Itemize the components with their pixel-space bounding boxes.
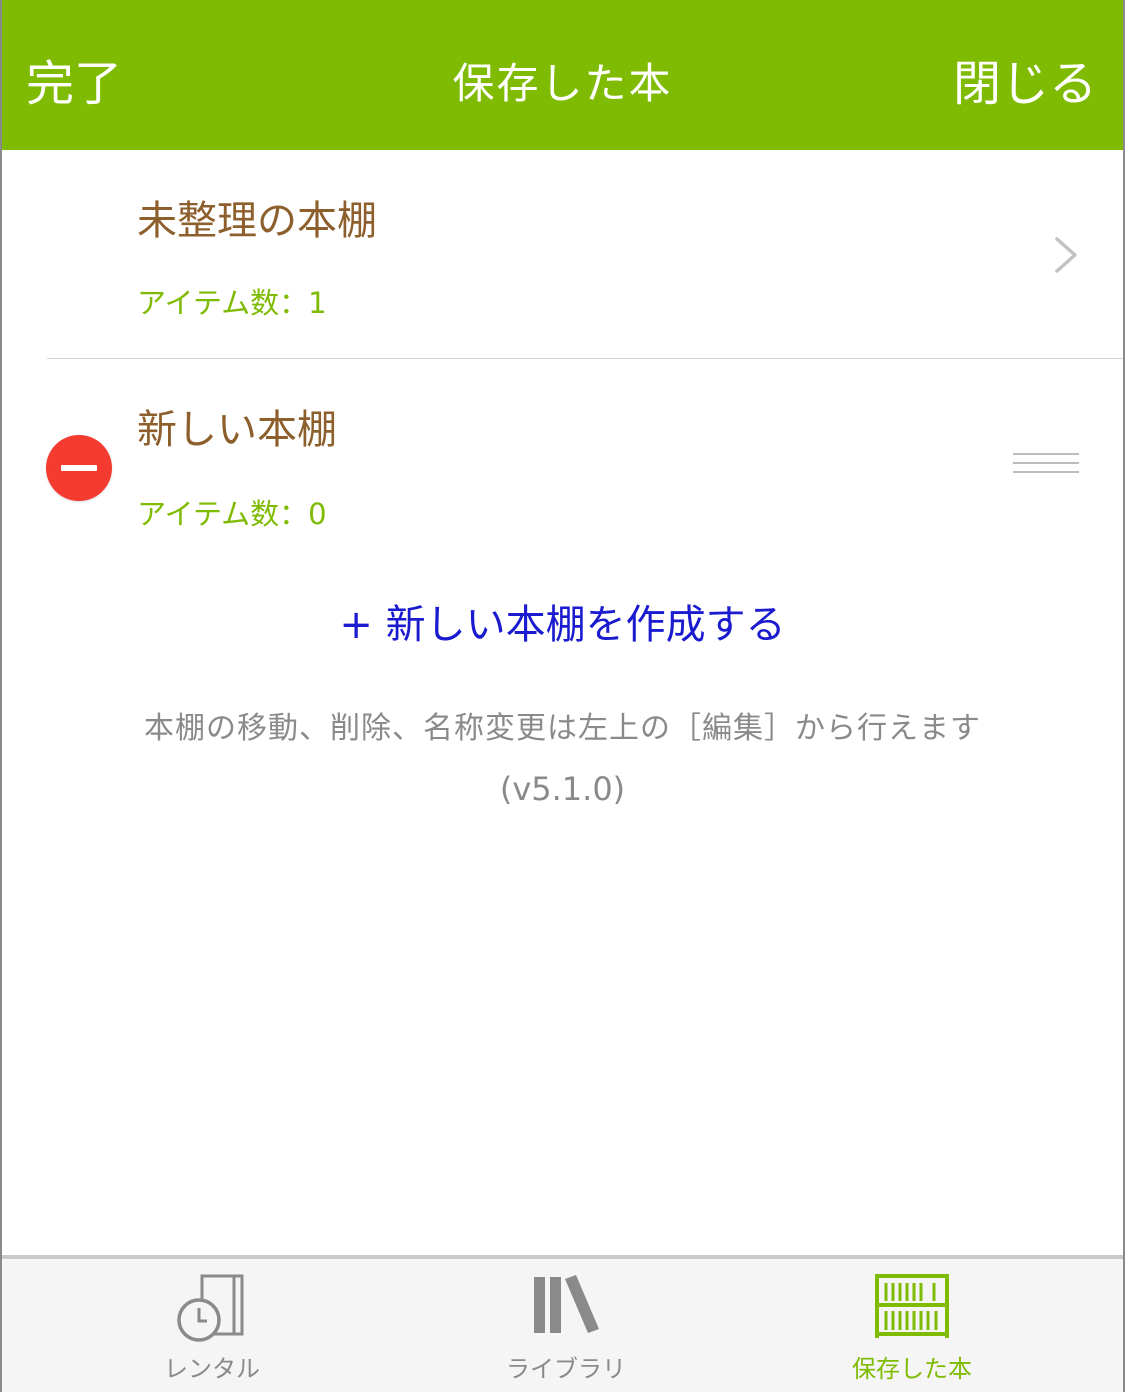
shelf-name: 新しい本棚	[137, 407, 337, 453]
tab-label: レンタル	[164, 1355, 260, 1383]
version-text: (v5.1.0)	[499, 770, 626, 808]
tab-label: 保存した本	[852, 1355, 972, 1383]
shelf-item-count: アイテム数：0	[137, 497, 327, 531]
tab-label: ライブラリ	[506, 1355, 626, 1383]
tab-rental[interactable]: レンタル	[92, 1259, 332, 1392]
shelf-row-new[interactable]: 新しい本棚 アイテム数：0	[2, 359, 1123, 559]
chevron-right-icon	[1055, 237, 1077, 273]
tab-saved-books[interactable]: 保存した本	[792, 1259, 1032, 1392]
create-shelf-link[interactable]: + 新しい本棚を作成する	[2, 592, 1123, 650]
close-button[interactable]: 閉じる	[953, 0, 1097, 150]
nav-bar: 完了 保存した本 閉じる	[2, 0, 1123, 150]
delete-shelf-button[interactable]	[46, 435, 112, 501]
edit-hint-text: 本棚の移動、削除、名称変更は左上の［編集］から行えます	[144, 711, 981, 746]
shelf-item-count: アイテム数：1	[137, 286, 327, 320]
reorder-handle-icon[interactable]	[1013, 451, 1079, 477]
tab-bar: レンタル ライブラリ 保存した本	[2, 1255, 1123, 1392]
tab-library[interactable]: ライブラリ	[446, 1259, 686, 1392]
rental-clock-book-icon	[177, 1274, 244, 1342]
library-books-icon	[534, 1275, 599, 1333]
bookshelf-icon	[875, 1274, 949, 1338]
minus-icon	[61, 465, 97, 471]
shelf-name: 未整理の本棚	[137, 198, 377, 244]
shelf-row-unsorted[interactable]: 未整理の本棚 アイテム数：1	[2, 150, 1123, 359]
app-frame: 完了 保存した本 閉じる 未整理の本棚 アイテム数：1 新しい本棚 アイテム数：…	[0, 0, 1125, 1392]
